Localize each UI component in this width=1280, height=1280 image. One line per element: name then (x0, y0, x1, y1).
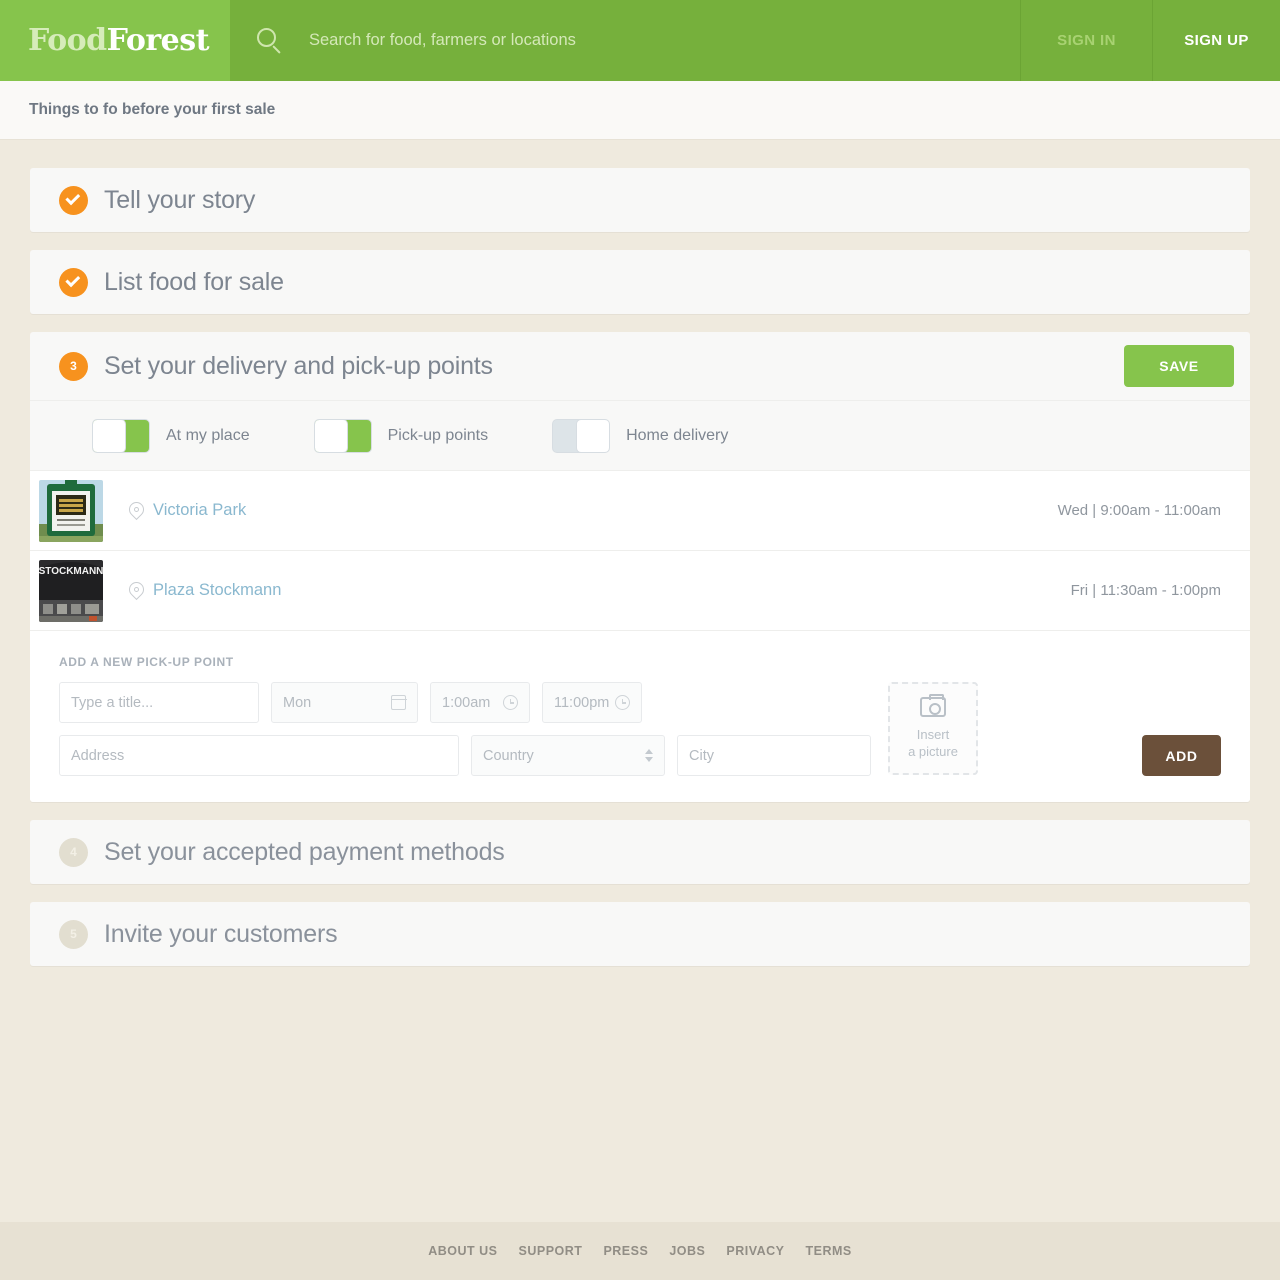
pickup-point-schedule: Fri | 11:30am - 1:00pm (1070, 582, 1221, 599)
footer-link-about-us[interactable]: ABOUT US (428, 1244, 497, 1258)
page-root: FoodForest SIGN IN SIGN UP Things to fo … (0, 0, 1280, 1280)
step-card-2[interactable]: List food for sale (30, 250, 1250, 314)
search-input[interactable] (309, 20, 1020, 61)
time-to-value: 11:00pm (554, 694, 610, 711)
step-header-5[interactable]: 5 Invite your customers (30, 902, 1250, 966)
pickup-point-row[interactable]: Victoria Park Wed | 9:00am - 11:00am (30, 470, 1250, 550)
search-bar[interactable] (230, 0, 1020, 81)
step-complete-icon-2 (59, 267, 88, 297)
logo-text-part2: Forest (106, 22, 210, 58)
day-select-value: Mon (283, 694, 312, 711)
toggle-label-pick-up-points: Pick-up points (387, 426, 489, 444)
sign-up-button[interactable]: SIGN UP (1152, 0, 1280, 81)
pickup-point-name-wrap[interactable]: Victoria Park (125, 498, 246, 520)
footer-link-jobs[interactable]: JOBS (669, 1244, 705, 1258)
time-from-value: 1:00am (442, 694, 491, 711)
toggle-group-pick-up-points[interactable]: Pick-up points (313, 418, 489, 453)
toggle-label-at-my-place: At my place (166, 426, 250, 444)
step-card-1[interactable]: Tell your story (30, 168, 1250, 232)
main-content: Tell your story List food for sale 3 Set… (0, 140, 1280, 1222)
pickup-point-name-wrap[interactable]: Plaza Stockmann (125, 578, 281, 600)
step-complete-icon-1 (59, 185, 88, 215)
clock-icon (615, 695, 630, 710)
camera-icon (920, 694, 946, 717)
logo-text-part1: Food (28, 22, 107, 58)
calendar-icon (390, 695, 407, 710)
add-pickup-point-form: ADD A NEW PICK-UP POINT Type a title... … (30, 630, 1250, 802)
location-pin-icon (125, 578, 148, 600)
step-number-badge-3: 3 (59, 351, 88, 381)
logo-text: FoodForest (28, 22, 210, 58)
insert-picture-line2: a picture (908, 744, 958, 759)
pickup-point-schedule: Wed | 9:00am - 11:00am (1057, 502, 1221, 519)
pickup-point-row[interactable]: STOCKMANN Plaza Stockmann Fri | 11:30am … (30, 550, 1250, 630)
address-input[interactable]: Address (59, 735, 459, 776)
footer-link-privacy[interactable]: PRIVACY (726, 1244, 784, 1258)
add-form-row-1: Type a title... Mon 1:00am 11:00pm Addre… (59, 682, 1221, 776)
step-title-3: Set your delivery and pick-up points (104, 351, 493, 380)
toggle-group-at-my-place[interactable]: At my place (92, 418, 250, 453)
add-button[interactable]: ADD (1142, 735, 1221, 776)
step-number-badge-4: 4 (59, 837, 88, 867)
step-number-badge-5: 5 (59, 919, 88, 949)
delivery-options-row: At my place Pick-up points Home delivery (30, 400, 1250, 470)
toggle-pick-up-points[interactable] (313, 418, 372, 453)
footer-link-press[interactable]: PRESS (603, 1244, 648, 1258)
page-title: Things to fo before your first sale (29, 101, 276, 118)
toggle-group-home-delivery[interactable]: Home delivery (552, 418, 729, 453)
step-title-4: Set your accepted payment methods (104, 837, 505, 866)
location-pin-icon (125, 498, 148, 520)
pickup-point-thumbnail: STOCKMANN (39, 559, 103, 622)
step-title-2: List food for sale (104, 267, 284, 296)
city-input-placeholder: City (689, 747, 714, 764)
site-header: FoodForest SIGN IN SIGN UP (0, 0, 1280, 81)
site-footer: ABOUT US SUPPORT PRESS JOBS PRIVACY TERM… (0, 1222, 1280, 1280)
chevron-updown-icon (645, 749, 653, 762)
sign-in-button[interactable]: SIGN IN (1020, 0, 1152, 81)
step-card-4[interactable]: 4 Set your accepted payment methods (30, 820, 1250, 884)
insert-picture-label: Insert a picture (908, 726, 958, 760)
country-select[interactable]: Country (471, 735, 665, 776)
step-title-1: Tell your story (104, 185, 256, 214)
day-select[interactable]: Mon (271, 682, 418, 723)
pickup-point-name[interactable]: Victoria Park (153, 501, 246, 520)
toggle-label-home-delivery: Home delivery (626, 426, 729, 444)
insert-picture-dropzone[interactable]: Insert a picture (888, 682, 978, 775)
save-button[interactable]: SAVE (1124, 345, 1234, 387)
step-card-5[interactable]: 5 Invite your customers (30, 902, 1250, 966)
step-title-5: Invite your customers (104, 919, 338, 948)
title-input[interactable]: Type a title... (59, 682, 259, 723)
logo[interactable]: FoodForest (0, 0, 230, 81)
toggle-at-my-place[interactable] (92, 418, 150, 453)
time-from-select[interactable]: 1:00am (430, 682, 530, 723)
pickup-point-thumbnail (39, 479, 103, 542)
toggle-home-delivery[interactable] (552, 418, 611, 453)
time-to-select[interactable]: 11:00pm (542, 682, 642, 723)
address-input-placeholder: Address (71, 747, 125, 764)
step-header-2[interactable]: List food for sale (30, 250, 1250, 314)
footer-link-support[interactable]: SUPPORT (519, 1244, 583, 1258)
subheader: Things to fo before your first sale (0, 81, 1280, 140)
add-form-title: ADD A NEW PICK-UP POINT (59, 655, 234, 669)
city-input[interactable]: City (677, 735, 871, 776)
title-input-placeholder: Type a title... (71, 694, 154, 711)
step-header-3[interactable]: 3 Set your delivery and pick-up points S… (30, 332, 1250, 400)
country-select-value: Country (483, 747, 534, 764)
step-header-4[interactable]: 4 Set your accepted payment methods (30, 820, 1250, 884)
svg-text:STOCKMANN: STOCKMANN (39, 566, 103, 577)
search-icon (257, 27, 283, 54)
footer-link-terms[interactable]: TERMS (806, 1244, 852, 1258)
pickup-point-name[interactable]: Plaza Stockmann (153, 581, 281, 600)
clock-icon (503, 695, 518, 710)
insert-picture-line1: Insert (916, 727, 950, 742)
step-header-1[interactable]: Tell your story (30, 168, 1250, 232)
step-card-3: 3 Set your delivery and pick-up points S… (30, 332, 1250, 802)
